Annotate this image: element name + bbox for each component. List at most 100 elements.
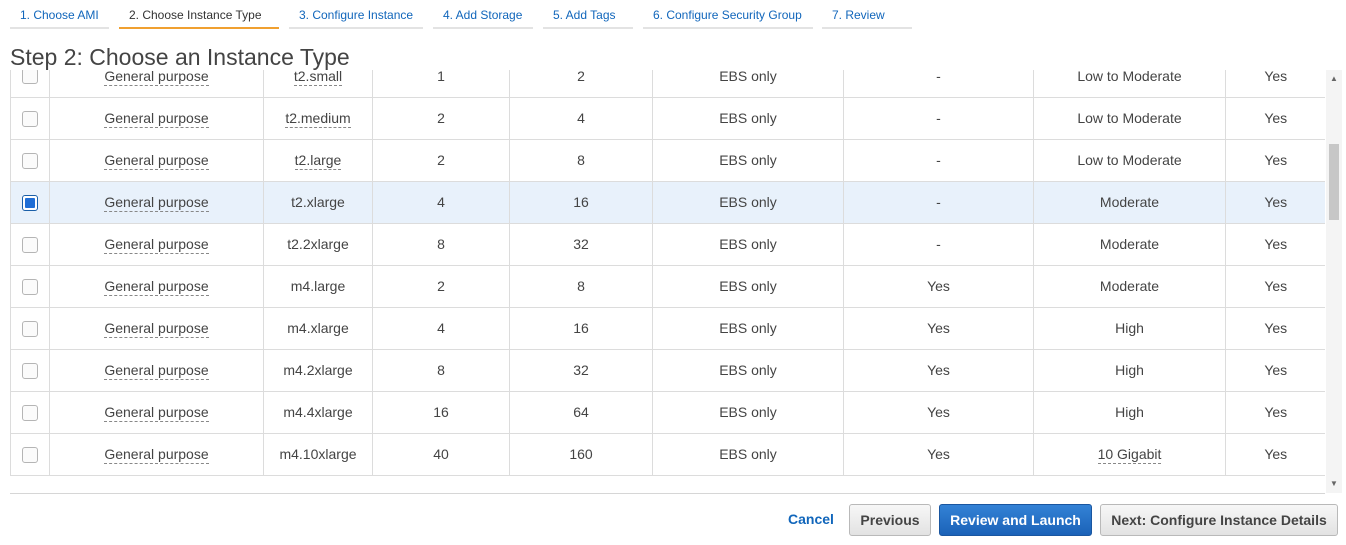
instance-family-cell: General purpose [49, 70, 264, 98]
instance-family-text[interactable]: General purpose [104, 110, 209, 128]
vcpus-cell: 4 [372, 307, 510, 350]
tab-choose-instance-type[interactable]: 2. Choose Instance Type [119, 0, 279, 29]
ebs-optimized-cell: - [843, 70, 1034, 98]
table-scrollbar[interactable]: ▲ ▼ [1326, 70, 1342, 493]
instance-type-text[interactable]: t2.large [294, 152, 342, 170]
table-row[interactable]: General purpose t2.large 2 8 EBS only - Low to… [10, 139, 1325, 182]
instance-type-text[interactable]: t2.small [293, 70, 343, 86]
scroll-thumb[interactable] [1329, 144, 1339, 220]
row-select-checkbox[interactable] [22, 70, 38, 85]
vcpus-text: 2 [437, 152, 445, 168]
vcpus-cell: 40 [372, 433, 510, 476]
vcpus-cell: 2 [372, 265, 510, 308]
instance-family-text[interactable]: General purpose [104, 70, 209, 86]
network-performance-cell: High [1033, 307, 1226, 350]
next-configure-instance-details-button[interactable]: Next: Configure Instance Details [1100, 504, 1338, 536]
page-title: Step 2: Choose an Instance Type [10, 44, 350, 70]
ebs-optimized-cell: - [843, 181, 1034, 224]
instance-storage-text: EBS only [719, 110, 777, 126]
instance-type-text: m4.2xlarge [283, 362, 353, 378]
vcpus-cell: 2 [372, 139, 510, 182]
select-checkbox-cell [10, 181, 50, 224]
memory-cell: 4 [509, 97, 653, 140]
network-performance-text: High [1115, 404, 1144, 420]
network-performance-cell: Moderate [1033, 265, 1226, 308]
instance-family-text[interactable]: General purpose [104, 362, 209, 380]
row-select-checkbox[interactable] [22, 320, 38, 337]
table-row[interactable]: General purpose t2.2xlarge 8 32 EBS only - Mod… [10, 223, 1325, 266]
table-row[interactable]: General purpose m4.large 2 8 EBS only Yes Mode… [10, 265, 1325, 308]
instance-storage-text: EBS only [719, 152, 777, 168]
ebs-optimized-cell: Yes [843, 433, 1034, 476]
table-row[interactable]: General purpose m4.10xlarge 40 160 EBS only Y… [10, 433, 1325, 476]
ipv6-support-cell: Yes [1225, 97, 1325, 140]
row-select-checkbox[interactable] [22, 446, 38, 463]
tab-configure-instance[interactable]: 3. Configure Instance [289, 0, 423, 29]
table-row[interactable]: General purpose m4.2xlarge 8 32 EBS only Yes H… [10, 349, 1325, 392]
table-row[interactable]: General purpose t2.medium 2 4 EBS only - Low t… [10, 97, 1325, 140]
instance-family-text[interactable]: General purpose [104, 152, 209, 170]
memory-text: 160 [569, 446, 593, 462]
memory-cell: 32 [509, 349, 653, 392]
tab-choose-ami[interactable]: 1. Choose AMI [10, 0, 109, 29]
triangle-up-icon[interactable]: ▲ [1326, 72, 1342, 86]
review-and-launch-button[interactable]: Review and Launch [939, 504, 1092, 536]
select-checkbox-cell [10, 265, 50, 308]
tab-add-tags[interactable]: 5. Add Tags [543, 0, 633, 29]
row-select-checkbox[interactable] [22, 152, 38, 169]
table-row[interactable]: General purpose m4.xlarge 4 16 EBS only Yes Hi… [10, 307, 1325, 350]
memory-cell: 8 [509, 139, 653, 182]
memory-cell: 2 [509, 70, 653, 98]
vcpus-text: 1 [437, 70, 445, 84]
vcpus-text: 4 [437, 194, 445, 210]
instance-storage-cell: EBS only [652, 433, 844, 476]
ipv6-support-text: Yes [1264, 70, 1288, 84]
vcpus-text: 2 [437, 110, 445, 126]
ipv6-support-text: Yes [1264, 362, 1288, 378]
instance-family-cell: General purpose [49, 349, 264, 392]
table-row[interactable]: General purpose t2.xlarge 4 16 EBS only - Mode… [10, 181, 1325, 224]
row-select-checkbox[interactable] [22, 362, 38, 379]
tab-configure-security-group[interactable]: 6. Configure Security Group [643, 0, 813, 29]
instance-type-cell: t2.2xlarge [263, 223, 373, 266]
row-select-checkbox[interactable] [22, 278, 38, 295]
table-row[interactable]: General purpose m4.4xlarge 16 64 EBS only Yes… [10, 391, 1325, 434]
ebs-optimized-text: Yes [927, 446, 950, 462]
instance-family-text[interactable]: General purpose [104, 320, 209, 338]
ebs-optimized-cell: - [843, 223, 1034, 266]
instance-family-text[interactable]: General purpose [104, 278, 209, 296]
instance-storage-text: EBS only [719, 278, 777, 294]
instance-type-text: m4.4xlarge [283, 404, 353, 420]
tab-review[interactable]: 7. Review [822, 0, 912, 29]
instance-storage-text: EBS only [719, 70, 777, 84]
wizard-footer: Cancel Previous Review and Launch Next: … [0, 504, 1346, 538]
cancel-button[interactable]: Cancel [780, 504, 842, 536]
network-performance-text[interactable]: 10 Gigabit [1097, 446, 1162, 464]
instance-type-cell: m4.4xlarge [263, 391, 373, 434]
select-checkbox-cell [10, 70, 50, 98]
previous-button[interactable]: Previous [849, 504, 931, 536]
network-performance-cell: High [1033, 391, 1226, 434]
row-select-checkbox[interactable] [22, 194, 38, 211]
row-select-checkbox[interactable] [22, 236, 38, 253]
table-row[interactable]: General purpose t2.small 1 2 EBS only - Low to… [10, 70, 1325, 98]
instance-family-text[interactable]: General purpose [104, 404, 209, 422]
triangle-down-icon[interactable]: ▼ [1326, 477, 1342, 491]
ipv6-support-text: Yes [1264, 110, 1288, 126]
instance-family-text[interactable]: General purpose [104, 194, 209, 212]
memory-cell: 32 [509, 223, 653, 266]
instance-family-text[interactable]: General purpose [104, 236, 209, 254]
instance-type-text[interactable]: t2.medium [285, 110, 351, 128]
row-select-checkbox[interactable] [22, 404, 38, 421]
instance-family-cell: General purpose [49, 433, 264, 476]
instance-storage-cell: EBS only [652, 223, 844, 266]
instance-family-cell: General purpose [49, 139, 264, 182]
instance-storage-cell: EBS only [652, 97, 844, 140]
instance-family-text[interactable]: General purpose [104, 446, 209, 464]
ebs-optimized-cell: Yes [843, 349, 1034, 392]
instance-type-cell: m4.large [263, 265, 373, 308]
row-select-checkbox[interactable] [22, 110, 38, 127]
instance-storage-text: EBS only [719, 236, 777, 252]
instance-type-text: m4.10xlarge [279, 446, 357, 462]
tab-add-storage[interactable]: 4. Add Storage [433, 0, 533, 29]
